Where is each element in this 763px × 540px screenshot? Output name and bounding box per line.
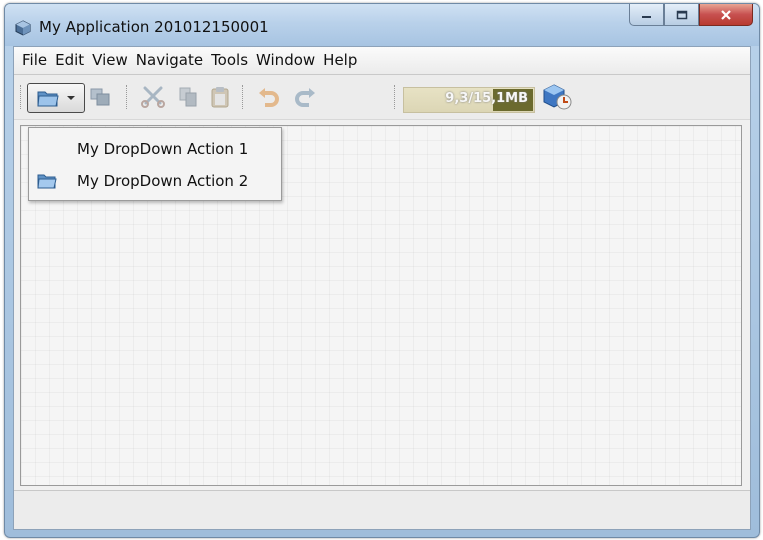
- menu-edit[interactable]: Edit: [51, 47, 88, 74]
- menu-view[interactable]: View: [88, 47, 132, 74]
- dropdown-action-2-label: My DropDown Action 2: [77, 172, 249, 190]
- garbage-collect-button[interactable]: [541, 83, 575, 111]
- toolbar-separator: [126, 85, 129, 109]
- cut-button[interactable]: [138, 83, 168, 111]
- menu-help[interactable]: Help: [319, 47, 361, 74]
- menu-file[interactable]: File: [18, 47, 51, 74]
- menu-navigate[interactable]: Navigate: [132, 47, 207, 74]
- window-title: My Application 201012150001: [39, 18, 269, 36]
- copy-button[interactable]: [174, 83, 202, 111]
- window-controls: [629, 4, 753, 26]
- open-project-icon: [37, 91, 59, 107]
- close-icon: [721, 9, 731, 20]
- status-bar: [14, 490, 750, 529]
- toolbar-grip[interactable]: [20, 85, 23, 109]
- gc-memory-icon: [543, 84, 572, 110]
- paste-icon: [211, 87, 229, 108]
- app-window: My Application 201012150001 File Edit Vi…: [4, 3, 760, 538]
- copy-windows-icon: [90, 88, 110, 106]
- minimize-button[interactable]: [629, 4, 664, 26]
- open-project-dropdown-button[interactable]: [27, 83, 85, 113]
- dropdown-menu: My DropDown Action 1 My DropDown Action …: [28, 127, 282, 201]
- redo-button[interactable]: [290, 83, 320, 111]
- menu-window[interactable]: Window: [252, 47, 319, 74]
- cut-icon: [141, 86, 165, 108]
- paste-button[interactable]: [206, 83, 234, 111]
- menu-tools[interactable]: Tools: [207, 47, 252, 74]
- client-area: File Edit View Navigate Tools Window Hel…: [13, 46, 751, 530]
- toolbar-separator: [394, 85, 397, 109]
- undo-button[interactable]: [254, 83, 284, 111]
- dropdown-action-1[interactable]: My DropDown Action 1: [29, 134, 281, 164]
- title-bar[interactable]: My Application 201012150001: [5, 4, 759, 46]
- memory-label: 9,3/15,1MB: [445, 91, 528, 106]
- dropdown-action-2[interactable]: My DropDown Action 2: [29, 166, 281, 196]
- maximize-icon: [676, 10, 687, 19]
- copy-windows-button[interactable]: [86, 83, 114, 111]
- redo-icon: [295, 88, 315, 107]
- undo-icon: [259, 88, 279, 107]
- toolbar-separator: [242, 85, 245, 109]
- close-button[interactable]: [699, 4, 753, 26]
- menu-bar: File Edit View Navigate Tools Window Hel…: [14, 47, 750, 75]
- dropdown-action-1-label: My DropDown Action 1: [77, 140, 249, 158]
- folder-icon: [37, 174, 57, 189]
- chevron-down-icon[interactable]: [66, 93, 76, 103]
- minimize-icon: [641, 15, 651, 18]
- memory-indicator[interactable]: 9,3/15,1MB: [403, 87, 535, 113]
- maximize-button[interactable]: [664, 4, 699, 26]
- app-cube-icon: [15, 20, 31, 36]
- copy-icon: [179, 87, 197, 107]
- toolbar: 9,3/15,1MB: [14, 75, 750, 120]
